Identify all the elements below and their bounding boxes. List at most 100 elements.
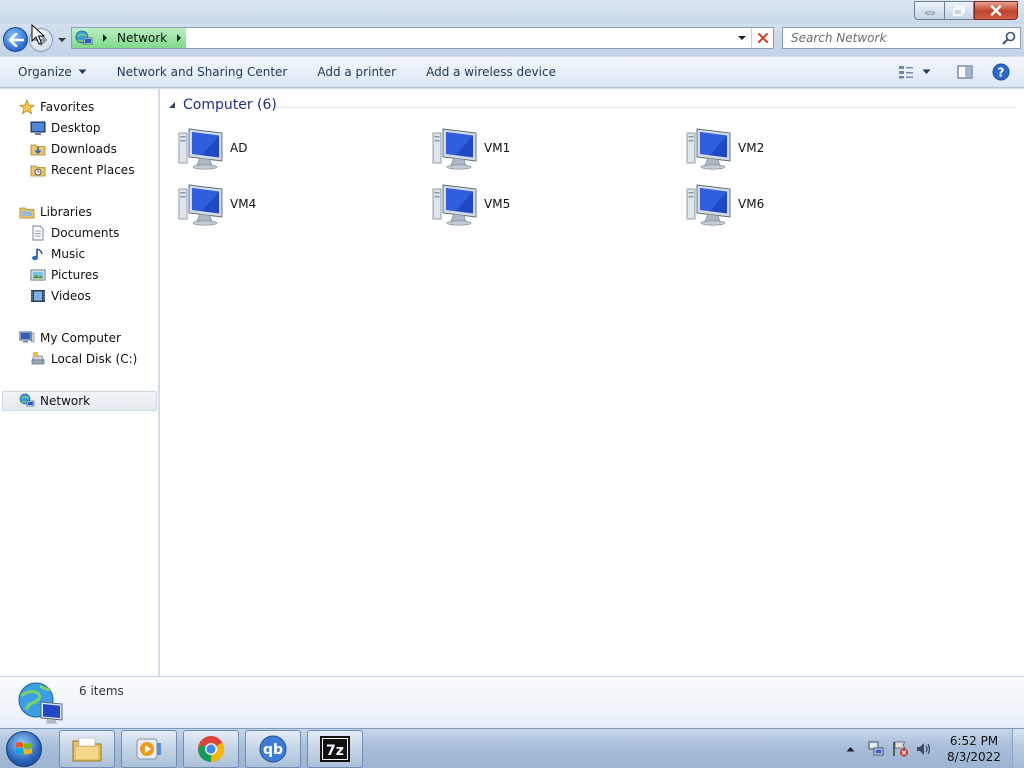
computer-name: VM1 (484, 141, 511, 155)
group-header-computer[interactable]: Computer (6) (168, 97, 277, 113)
sidebar-item-label: Downloads (51, 142, 117, 156)
media-player-icon (136, 738, 161, 760)
sidebar-item-label: Videos (51, 289, 91, 303)
computer-item-vm6[interactable]: VM6 (686, 181, 916, 227)
address-bar[interactable]: Network (71, 27, 774, 49)
add-printer-button[interactable]: Add a printer (302, 60, 411, 84)
address-dropdown-button[interactable] (735, 28, 749, 48)
restore-icon (953, 5, 965, 16)
minimize-icon (925, 11, 934, 14)
breadcrumb-arrow-icon[interactable] (173, 32, 185, 44)
computer-icon (686, 184, 731, 226)
view-options-dropdown[interactable] (918, 60, 934, 84)
taskbar-7zip[interactable]: 7z (307, 730, 363, 768)
help-button[interactable]: ? (990, 60, 1012, 84)
breadcrumb-network[interactable]: Network (117, 31, 167, 45)
sidebar-item-downloads[interactable]: Downloads (30, 139, 117, 159)
sidebar-item-label: Music (51, 247, 86, 261)
qbittorrent-glyph: qb (263, 742, 283, 758)
details-pane: 6 items (0, 676, 1024, 728)
show-hidden-icons-button[interactable] (843, 740, 857, 758)
sidebar-item-pictures[interactable]: Pictures (30, 265, 99, 285)
taskbar-clock[interactable]: 6:52 PM 8/3/2022 (944, 733, 1004, 765)
computer-item-vm1[interactable]: VM1 (432, 125, 662, 171)
sidebar-item-recent-places[interactable]: Recent Places (30, 160, 134, 180)
network-tray-icon (868, 741, 884, 756)
tray-network[interactable] (867, 740, 885, 758)
add-printer-label: Add a printer (317, 65, 397, 79)
recent-pages-button[interactable] (57, 34, 67, 44)
stop-x-icon (757, 33, 768, 43)
back-arrow-icon (8, 32, 24, 47)
restore-button[interactable] (944, 1, 974, 20)
file-list-pane[interactable]: Computer (6) AD VM1 VM2 VM4 VM5 VM6 (160, 89, 1024, 676)
search-input[interactable] (791, 31, 1001, 45)
computer-item-vm5[interactable]: VM5 (432, 181, 662, 227)
tray-action-center[interactable] (891, 740, 909, 758)
sidebar-item-label: My Computer (40, 331, 121, 345)
taskbar: qb 7z 6:52 PM 8/3/2022 (0, 728, 1024, 768)
computer-icon (432, 184, 477, 226)
desktop-icon (30, 121, 46, 135)
search-icon[interactable] (1002, 31, 1016, 45)
window-title-bar[interactable] (0, 0, 1024, 24)
group-divider (276, 107, 1016, 108)
computer-name: VM6 (738, 197, 765, 211)
sidebar-item-local-disk[interactable]: Local Disk (C:) (30, 349, 137, 369)
pictures-icon (30, 269, 46, 281)
close-button[interactable] (974, 1, 1018, 20)
search-box[interactable] (782, 27, 1021, 49)
7zip-glyph: 7z (326, 743, 344, 759)
sidebar-item-desktop[interactable]: Desktop (30, 118, 101, 138)
recent-places-icon (30, 165, 46, 177)
preview-pane-icon (957, 65, 973, 79)
sidebar-item-documents[interactable]: Documents (30, 223, 119, 243)
network-globe-icon (18, 682, 63, 724)
show-desktop-button[interactable] (1012, 729, 1024, 768)
taskbar-media-player[interactable] (121, 730, 177, 768)
sidebar-item-videos[interactable]: Videos (30, 286, 91, 306)
add-wireless-device-button[interactable]: Add a wireless device (411, 60, 571, 84)
clock-time: 6:52 PM (949, 734, 999, 748)
minimize-button[interactable] (914, 1, 944, 20)
breadcrumb-arrow-icon[interactable] (99, 32, 111, 44)
computer-icon (686, 128, 731, 170)
chevron-down-icon (78, 69, 87, 74)
chrome-icon (198, 736, 225, 763)
chevron-down-icon (922, 69, 930, 74)
navigation-pane: Favorites Desktop Downloads Recent Place… (0, 89, 159, 676)
sidebar-item-network[interactable]: Network (19, 391, 90, 411)
organize-menu[interactable]: Organize (0, 60, 102, 84)
start-button[interactable] (6, 731, 42, 767)
collapse-triangle-icon[interactable] (168, 101, 176, 109)
caption-buttons (914, 1, 1018, 20)
music-icon (32, 248, 43, 261)
stop-button[interactable] (751, 28, 773, 48)
network-icon (19, 393, 35, 407)
change-view-button[interactable] (896, 60, 916, 84)
volume-icon (917, 743, 931, 755)
taskbar-chrome[interactable] (183, 730, 239, 768)
computer-item-vm2[interactable]: VM2 (686, 125, 916, 171)
close-icon (990, 5, 1002, 16)
7zip-icon: 7z (320, 736, 350, 762)
network-sharing-center-button[interactable]: Network and Sharing Center (102, 60, 303, 84)
taskbar-file-explorer[interactable] (59, 730, 115, 768)
sidebar-item-favorites[interactable]: Favorites (19, 97, 94, 117)
sidebar-item-my-computer[interactable]: My Computer (19, 328, 121, 348)
computer-item-ad[interactable]: AD (178, 125, 408, 171)
preview-pane-button[interactable] (954, 60, 976, 84)
tray-volume[interactable] (915, 740, 933, 758)
folder-icon (72, 737, 102, 762)
qbittorrent-icon: qb (259, 735, 287, 763)
sidebar-item-label: Documents (51, 226, 120, 240)
network-location-icon (75, 30, 93, 45)
sidebar-item-music[interactable]: Music (30, 244, 85, 264)
sidebar-item-label: Pictures (51, 268, 99, 282)
back-button[interactable] (3, 27, 28, 52)
sidebar-item-libraries[interactable]: Libraries (19, 202, 92, 222)
downloads-folder-icon (30, 144, 46, 156)
sidebar-item-label: Local Disk (C:) (51, 352, 138, 366)
taskbar-qbittorrent[interactable]: qb (245, 730, 301, 768)
computer-item-vm4[interactable]: VM4 (178, 181, 408, 227)
